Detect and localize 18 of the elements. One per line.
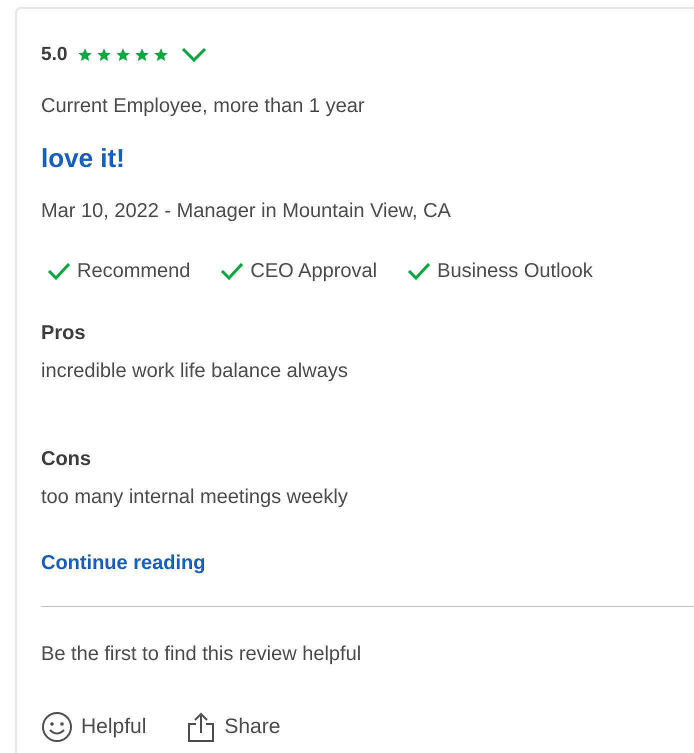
rating-label: CEO Approval [250, 259, 378, 284]
helpful-prompt: Be the first to find this review helpful [41, 642, 362, 667]
share-button[interactable]: Share [186, 711, 280, 743]
rating-label: Business Outlook [437, 259, 593, 284]
continue-reading-link[interactable]: Continue reading [41, 548, 206, 578]
rating-value: 5.0 [41, 42, 68, 67]
chevron-down-icon[interactable] [181, 47, 208, 63]
section-heading: Cons [41, 447, 92, 472]
smiley-icon [41, 711, 73, 743]
review-date-role: Mar 10, 2022 - Manager in Mountain View, CA [41, 199, 452, 224]
helpful-button[interactable]: Helpful [41, 711, 146, 743]
section-text: too many internal meetings weekly [41, 485, 349, 510]
review-title: love it! [41, 142, 126, 175]
employee-status: Current Employee, more than 1 year [41, 94, 366, 119]
section-text: incredible work life balance always [41, 359, 349, 384]
rating-label: Recommend [77, 259, 190, 284]
section-heading: Pros [41, 321, 86, 346]
upload-icon [186, 711, 216, 743]
